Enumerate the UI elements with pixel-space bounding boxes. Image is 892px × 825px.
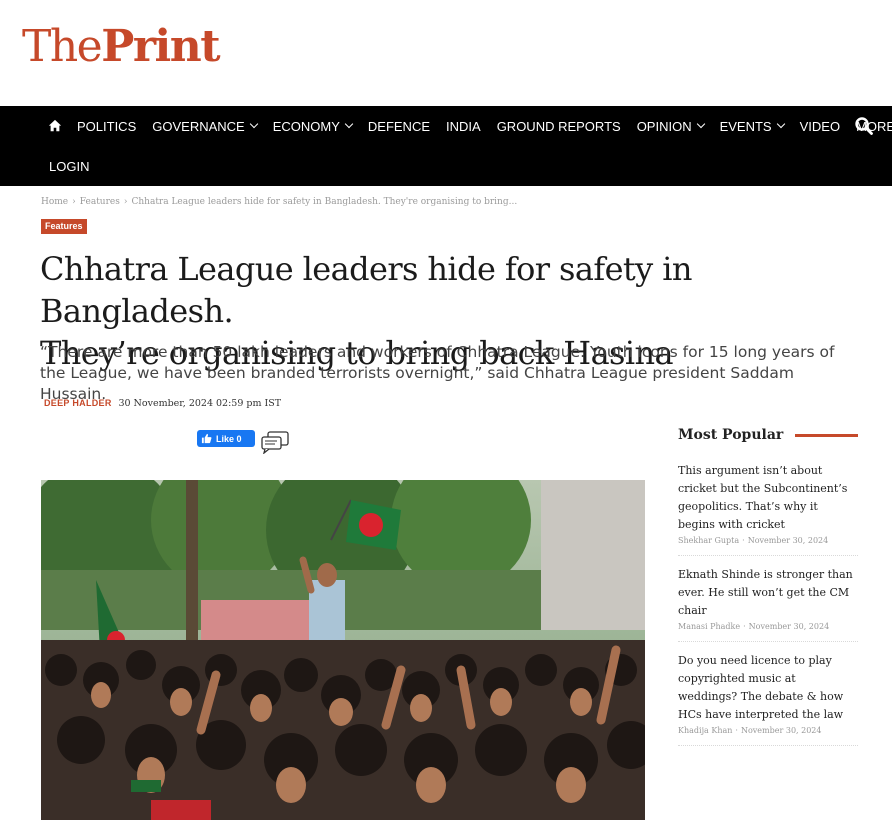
breadcrumb: Home › Features › Chhatra League leaders hid… <box>41 197 517 207</box>
nav-item-label: GROUND REPORTS <box>496 118 621 134</box>
nav-item-india[interactable]: INDIA <box>446 119 481 134</box>
popular-article-author[interactable]: Manasi Phadke <box>678 622 740 631</box>
popular-article-date: November 30, 2024 <box>740 726 822 735</box>
sidebar-title: Most Popular <box>678 427 784 443</box>
main-navbar: POLITICS GOVERNANCE ECONOMY DEFENCE INDIA GRO… <box>0 106 892 186</box>
logo-print: Print <box>101 21 220 72</box>
hero-photo-crowd <box>41 480 645 820</box>
comment-icon[interactable] <box>260 430 290 454</box>
popular-article-author[interactable]: Khadija Khan <box>678 726 732 735</box>
chevron-down-icon <box>696 119 705 129</box>
nav-item-defence[interactable]: DEFENCE <box>368 119 430 134</box>
article-byline: DEEP HALDER 30 November, 2024 02:59 pm I… <box>44 398 281 409</box>
article-subhead: “There are more than 50 lakh leaders and… <box>40 343 835 403</box>
popular-article-meta: Manasi Phadke · November 30, 2024 <box>678 622 858 631</box>
nav-item-events[interactable]: EVENTS <box>719 118 785 134</box>
nav-item-ground-reports[interactable]: GROUND REPORTS <box>497 119 621 134</box>
popular-article-link[interactable]: This argument isn’t about cricket but th… <box>678 462 858 534</box>
breadcrumb-current: Chhatra League leaders hide for safety i… <box>131 197 518 207</box>
list-item: Eknath Shinde is stronger than ever. He … <box>678 566 858 642</box>
thumbs-up-icon <box>201 433 212 444</box>
popular-article-meta: Shekhar Gupta · November 30, 2024 <box>678 536 858 545</box>
nav-item-label: POLITICS <box>77 118 137 134</box>
breadcrumb-separator: › <box>123 197 128 207</box>
publish-date: 30 November, 2024 02:59 pm IST <box>118 398 282 409</box>
facebook-like-label: Like 0 <box>216 433 242 444</box>
nav-item-label: DEFENCE <box>367 118 431 134</box>
nav-item-label: EVENTS <box>719 118 772 134</box>
nav-item-governance[interactable]: GOVERNANCE <box>152 118 258 134</box>
nav-row-secondary: LOGIN <box>0 146 892 186</box>
sidebar-header: Most Popular <box>678 420 858 450</box>
breadcrumb-section[interactable]: Features <box>80 197 120 207</box>
hero-image <box>41 480 645 820</box>
logo-the: The <box>22 21 103 72</box>
meta-separator: · <box>743 622 746 631</box>
sidebar-title-rule <box>795 433 858 437</box>
author-link[interactable]: DEEP HALDER <box>44 398 112 408</box>
chevron-down-icon <box>249 119 258 129</box>
nav-item-label: INDIA <box>446 118 481 134</box>
nav-item-label: OPINION <box>636 118 692 134</box>
facebook-like-button[interactable]: Like 0 <box>197 430 255 447</box>
nav-item-label: ECONOMY <box>272 118 340 134</box>
meta-separator: · <box>742 536 745 545</box>
list-item: Do you need licence to play copyrighted … <box>678 652 858 746</box>
chevron-down-icon <box>344 119 354 129</box>
most-popular-sidebar: Most Popular This argument isn’t about c… <box>678 420 858 756</box>
nav-item-label: GOVERNANCE <box>152 118 245 134</box>
popular-article-author[interactable]: Shekhar Gupta <box>678 536 739 545</box>
popular-article-link[interactable]: Do you need licence to play copyrighted … <box>678 652 858 724</box>
nav-item-politics[interactable]: POLITICS <box>77 119 136 134</box>
login-link[interactable]: LOGIN <box>49 159 89 174</box>
meta-separator: · <box>735 726 738 735</box>
headline-line-1: Chhatra League leaders hide for safety i… <box>40 250 692 330</box>
popular-article-link[interactable]: Eknath Shinde is stronger than ever. He … <box>678 566 858 620</box>
site-logo[interactable]: ThePrint <box>22 21 221 72</box>
most-popular-list: This argument isn’t about cricket but th… <box>678 462 858 746</box>
nav-item-economy[interactable]: ECONOMY <box>272 118 354 134</box>
popular-article-date: November 30, 2024 <box>747 536 829 545</box>
breadcrumb-separator: › <box>72 197 76 207</box>
search-icon[interactable] <box>854 116 874 136</box>
popular-article-date: November 30, 2024 <box>748 622 830 631</box>
nav-row-primary: POLITICS GOVERNANCE ECONOMY DEFENCE INDIA GRO… <box>0 106 892 146</box>
category-badge[interactable]: Features <box>41 219 87 234</box>
nav-item-video[interactable]: VIDEO <box>800 119 840 134</box>
breadcrumb-home[interactable]: Home <box>41 197 68 207</box>
chevron-down-icon <box>776 119 785 129</box>
nav-item-label: VIDEO <box>799 118 841 134</box>
nav-item-opinion[interactable]: OPINION <box>636 118 705 134</box>
list-item: This argument isn’t about cricket but th… <box>678 462 858 556</box>
popular-article-meta: Khadija Khan · November 30, 2024 <box>678 726 858 735</box>
